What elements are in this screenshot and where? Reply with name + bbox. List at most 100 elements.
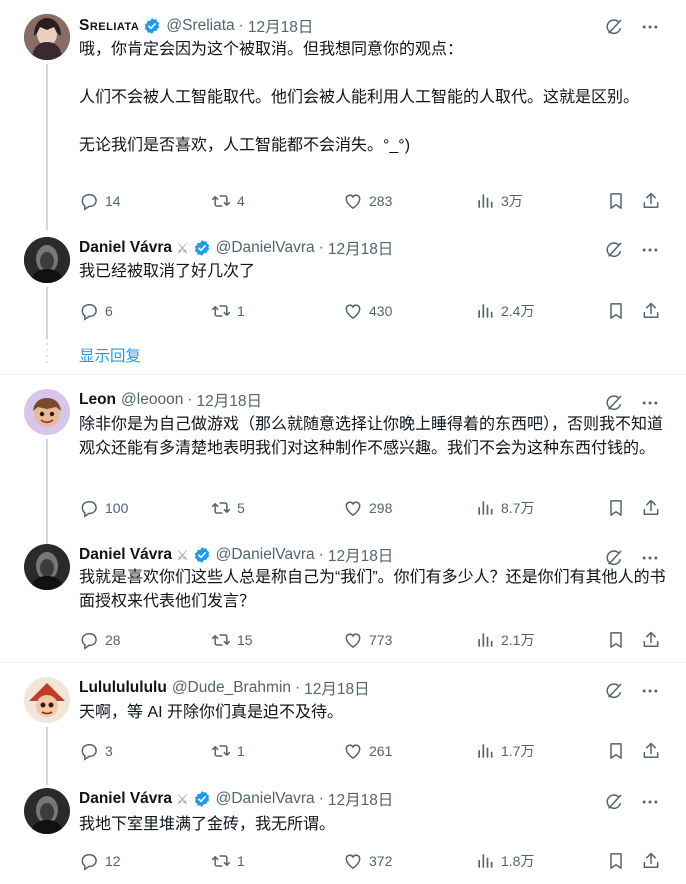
bookmark-icon bbox=[606, 498, 626, 518]
tweet[interactable]: Leon @leooon · 12月18日 除非你是为自己做游戏（那么就随意选择… bbox=[0, 375, 686, 544]
avatar[interactable] bbox=[24, 677, 70, 723]
tweet-date[interactable]: 12月18日 bbox=[304, 677, 369, 699]
reply-button[interactable]: 12 bbox=[79, 849, 121, 873]
display-name[interactable]: Daniel Vávra bbox=[79, 546, 172, 564]
share-button[interactable] bbox=[641, 189, 661, 213]
tweet[interactable]: Lulululululu @Dude_Brahmin · 12月18日 天啊，等… bbox=[0, 663, 686, 785]
grok-icon[interactable] bbox=[604, 393, 624, 413]
more-icon[interactable] bbox=[640, 681, 660, 701]
user-handle[interactable]: @DanielVavra bbox=[216, 790, 315, 808]
reply-icon bbox=[79, 630, 99, 650]
grok-icon[interactable] bbox=[604, 240, 624, 260]
bookmark-button[interactable] bbox=[606, 739, 626, 763]
show-replies-link[interactable]: 显示回复 bbox=[79, 344, 141, 366]
bookmark-button[interactable] bbox=[606, 496, 626, 520]
grok-icon[interactable] bbox=[604, 17, 624, 37]
like-count: 298 bbox=[369, 500, 393, 516]
tweet-text: 我已经被取消了好几次了 bbox=[79, 263, 256, 280]
user-handle[interactable]: @DanielVavra bbox=[216, 239, 315, 257]
bookmark-button[interactable] bbox=[606, 628, 626, 652]
avatar[interactable] bbox=[24, 389, 70, 435]
avatar[interactable] bbox=[24, 237, 70, 283]
bookmark-button[interactable] bbox=[606, 299, 626, 323]
reply-button[interactable]: 6 bbox=[79, 299, 113, 323]
views-icon bbox=[475, 851, 495, 871]
like-count: 773 bbox=[369, 632, 393, 648]
tweet[interactable]: Daniel Vávra ⚔ @DanielVavra · 12月18日 我就是… bbox=[0, 540, 686, 662]
like-button[interactable]: 298 bbox=[343, 496, 392, 520]
views-icon bbox=[475, 630, 495, 650]
tweet-date[interactable]: 12月18日 bbox=[248, 15, 313, 37]
like-button[interactable]: 372 bbox=[343, 849, 392, 873]
reply-icon bbox=[79, 498, 99, 518]
retweet-button[interactable]: 15 bbox=[211, 628, 253, 652]
tweet[interactable]: Daniel Vávra ⚔ @DanielVavra · 12月18日 我已经… bbox=[0, 235, 686, 375]
display-name[interactable]: Leon bbox=[79, 391, 116, 409]
like-count: 430 bbox=[369, 303, 393, 319]
retweet-button[interactable]: 5 bbox=[211, 496, 245, 520]
display-name[interactable]: Daniel Vávra bbox=[79, 239, 172, 257]
user-handle[interactable]: @leooon bbox=[121, 391, 183, 409]
reply-count: 12 bbox=[105, 853, 121, 869]
bookmark-button[interactable] bbox=[606, 189, 626, 213]
retweet-button[interactable]: 1 bbox=[211, 739, 245, 763]
share-button[interactable] bbox=[641, 496, 661, 520]
retweet-button[interactable]: 4 bbox=[211, 189, 245, 213]
more-icon[interactable] bbox=[640, 393, 660, 413]
retweet-button[interactable]: 1 bbox=[211, 299, 245, 323]
display-name[interactable]: Sreliata bbox=[79, 17, 139, 35]
share-button[interactable] bbox=[641, 849, 661, 873]
bookmark-icon bbox=[606, 301, 626, 321]
avatar[interactable] bbox=[24, 788, 70, 834]
like-button[interactable]: 773 bbox=[343, 628, 392, 652]
separator-dot: · bbox=[318, 239, 324, 256]
tweet-date[interactable]: 12月18日 bbox=[328, 788, 393, 810]
tweet-actions: 6 1 430 2.4万 bbox=[79, 299, 664, 323]
user-handle[interactable]: @Dude_Brahmin bbox=[172, 679, 291, 697]
grok-icon[interactable] bbox=[604, 548, 624, 568]
share-button[interactable] bbox=[641, 299, 661, 323]
separator-dot: · bbox=[187, 391, 193, 408]
like-button[interactable]: 283 bbox=[343, 189, 392, 213]
bookmark-icon bbox=[606, 630, 626, 650]
like-button[interactable]: 430 bbox=[343, 299, 392, 323]
share-button[interactable] bbox=[641, 628, 661, 652]
retweet-icon bbox=[211, 301, 231, 321]
user-handle[interactable]: @Sreliata bbox=[166, 17, 234, 35]
tweet[interactable]: Sreliata @Sreliata · 12月18日 哦，你肯定会因为这个被取… bbox=[0, 0, 686, 235]
reply-button[interactable]: 100 bbox=[79, 496, 128, 520]
retweet-button[interactable]: 1 bbox=[211, 849, 245, 873]
views-button[interactable]: 1.7万 bbox=[475, 739, 534, 763]
reply-button[interactable]: 3 bbox=[79, 739, 113, 763]
grok-icon[interactable] bbox=[604, 681, 624, 701]
reply-icon bbox=[79, 851, 99, 871]
display-name[interactable]: Daniel Vávra bbox=[79, 790, 172, 808]
user-handle[interactable]: @DanielVavra bbox=[216, 546, 315, 564]
more-icon[interactable] bbox=[640, 17, 660, 37]
views-icon bbox=[475, 301, 495, 321]
avatar[interactable] bbox=[24, 544, 70, 590]
tweet-date[interactable]: 12月18日 bbox=[328, 544, 393, 566]
tweet-date[interactable]: 12月18日 bbox=[196, 389, 261, 411]
tweet-date[interactable]: 12月18日 bbox=[328, 237, 393, 259]
views-button[interactable]: 2.4万 bbox=[475, 299, 534, 323]
views-button[interactable]: 1.8万 bbox=[475, 849, 534, 873]
reply-count: 6 bbox=[105, 303, 113, 319]
grok-icon[interactable] bbox=[604, 792, 624, 812]
more-icon[interactable] bbox=[640, 792, 660, 812]
views-button[interactable]: 2.1万 bbox=[475, 628, 534, 652]
tweet[interactable]: Daniel Vávra ⚔ @DanielVavra · 12月18日 我地下… bbox=[0, 775, 686, 884]
share-button[interactable] bbox=[641, 739, 661, 763]
retweet-count: 1 bbox=[237, 743, 245, 759]
views-button[interactable]: 3万 bbox=[475, 189, 523, 213]
reply-button[interactable]: 28 bbox=[79, 628, 121, 652]
separator-dot: · bbox=[318, 790, 324, 807]
display-name[interactable]: Lulululululu bbox=[79, 679, 167, 697]
like-button[interactable]: 261 bbox=[343, 739, 392, 763]
views-button[interactable]: 8.7万 bbox=[475, 496, 534, 520]
bookmark-button[interactable] bbox=[606, 849, 626, 873]
reply-button[interactable]: 14 bbox=[79, 189, 121, 213]
avatar[interactable] bbox=[24, 14, 70, 60]
more-icon[interactable] bbox=[640, 240, 660, 260]
more-icon[interactable] bbox=[640, 548, 660, 568]
